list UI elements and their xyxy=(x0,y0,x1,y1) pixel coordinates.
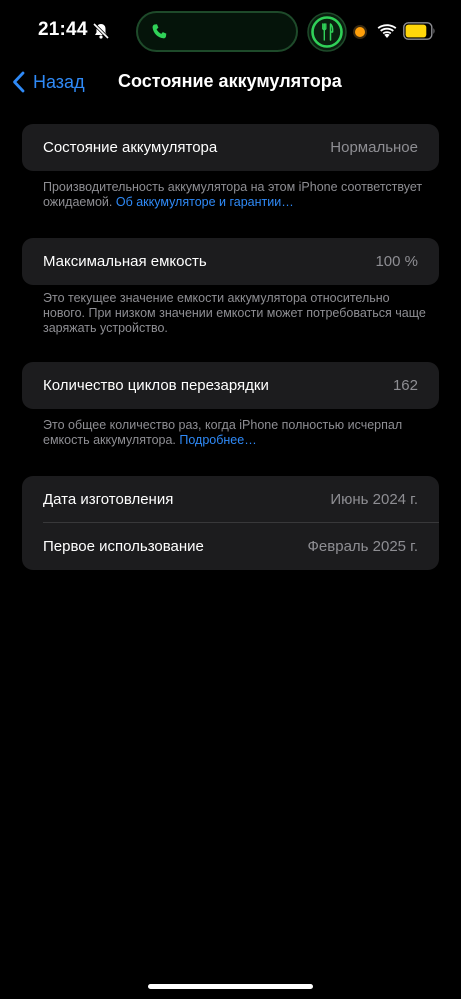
manufacture-date-row: Дата изготовления Июнь 2024 г. xyxy=(22,476,439,523)
back-button[interactable]: Назад xyxy=(12,68,85,96)
max-capacity-card: Максимальная емкость 100 % xyxy=(22,238,439,285)
max-capacity-footnote: Это текущее значение емкости аккумулятор… xyxy=(43,291,428,336)
cycle-count-value: 162 xyxy=(392,377,418,394)
manufacture-date-value: Июнь 2024 г. xyxy=(330,491,418,508)
battery-icon xyxy=(403,22,435,40)
learn-more-link[interactable]: Подробнее… xyxy=(179,433,256,447)
cycle-count-footnote: Это общее количество раз, когда iPhone п… xyxy=(43,418,428,448)
battery-health-label: Состояние аккумулятора xyxy=(43,139,218,156)
battery-health-footnote: Производительность аккумулятора на этом … xyxy=(43,180,428,210)
status-time: 21:44 xyxy=(38,19,88,40)
max-capacity-label: Максимальная емкость xyxy=(43,253,207,270)
max-capacity-note: Это текущее значение емкости аккумулятор… xyxy=(43,291,426,335)
dynamic-island[interactable] xyxy=(136,11,298,52)
wifi-icon xyxy=(377,24,397,38)
page-title: Состояние аккумулятора xyxy=(118,71,342,91)
battery-health-value: Нормальное xyxy=(330,139,418,156)
first-use-row: Первое использование Февраль 2025 г. xyxy=(22,523,439,570)
first-use-value: Февраль 2025 г. xyxy=(307,538,418,555)
status-bar: 21:44 xyxy=(0,0,461,60)
max-capacity-value: 100 % xyxy=(375,253,418,270)
back-button-label: Назад xyxy=(33,71,85,92)
battery-health-row[interactable]: Состояние аккумулятора Нормальное xyxy=(22,124,439,171)
cycle-count-card: Количество циклов перезарядки 162 xyxy=(22,362,439,409)
first-use-label: Первое использование xyxy=(43,538,204,555)
cycle-count-row: Количество циклов перезарядки 162 xyxy=(22,362,439,409)
bell-slash-icon xyxy=(92,22,110,40)
fork-knife-icon[interactable] xyxy=(306,11,348,53)
home-indicator[interactable] xyxy=(148,984,313,989)
cycle-count-label: Количество циклов перезарядки xyxy=(43,377,269,394)
battery-warranty-link[interactable]: Об аккумуляторе и гарантии… xyxy=(116,195,294,209)
battery-health-card: Состояние аккумулятора Нормальное xyxy=(22,124,439,171)
manufacture-date-label: Дата изготовления xyxy=(43,491,174,508)
max-capacity-row: Максимальная емкость 100 % xyxy=(22,238,439,285)
dates-card: Дата изготовления Июнь 2024 г. Первое ис… xyxy=(22,476,439,570)
chevron-left-icon xyxy=(13,71,25,93)
navigation-bar: Назад Состояние аккумулятора xyxy=(0,62,461,102)
phone-icon xyxy=(152,24,167,39)
orange-dot-icon xyxy=(355,27,365,37)
